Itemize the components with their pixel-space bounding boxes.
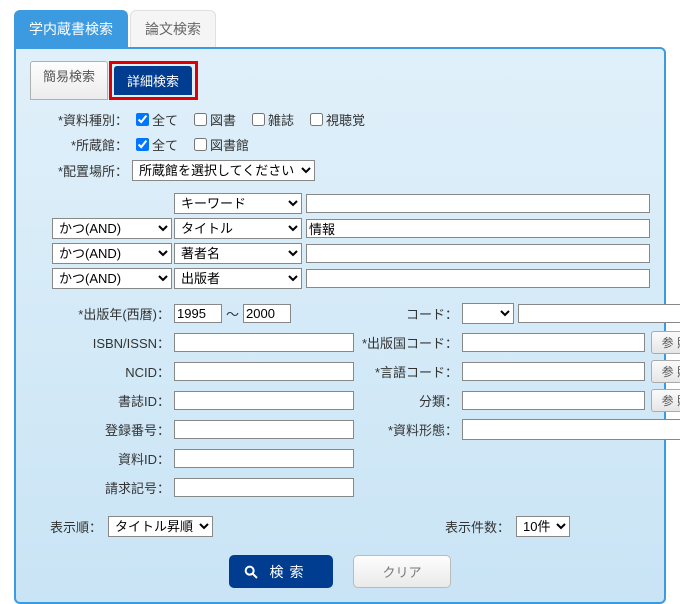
input-ncid[interactable] xyxy=(174,362,354,381)
label-holding: *所蔵館： xyxy=(40,135,132,154)
select-field-0[interactable]: キーワード xyxy=(174,193,302,214)
select-location[interactable]: 所蔵館を選択してください xyxy=(132,160,315,181)
sub-tab-simple[interactable]: 簡易検索 xyxy=(30,61,108,100)
input-class[interactable] xyxy=(462,391,645,410)
label-class: 分類： xyxy=(362,391,462,410)
select-op-2[interactable]: かつ(AND) xyxy=(52,243,172,264)
input-term-0[interactable] xyxy=(306,194,650,213)
tab-thesis-search[interactable]: 論文検索 xyxy=(130,10,216,47)
chk-mtype-all[interactable]: 全て xyxy=(132,110,178,129)
year-tilde: ～ xyxy=(226,304,239,323)
label-code: コード： xyxy=(362,304,462,323)
select-code[interactable] xyxy=(462,303,514,324)
select-mat-form[interactable] xyxy=(462,419,680,440)
input-reg-no[interactable] xyxy=(174,420,354,439)
label-mat-form: *資料形態： xyxy=(362,420,462,439)
input-code[interactable] xyxy=(518,304,680,323)
sub-tab-detail[interactable]: 詳細検索 xyxy=(114,66,192,95)
input-isbn[interactable] xyxy=(174,333,354,352)
label-pub-year: *出版年(西暦)： xyxy=(54,304,174,323)
label-pub-country: *出版国コード： xyxy=(362,333,462,352)
select-field-1[interactable]: タイトル xyxy=(174,218,302,239)
search-panel: 簡易検索 詳細検索 *資料種別： 全て 図書 雑誌 視聴覚 *所蔵館： 全て 図… xyxy=(14,47,666,604)
input-lang-code[interactable] xyxy=(462,362,645,381)
input-term-1[interactable] xyxy=(306,219,650,238)
label-ncid: NCID： xyxy=(54,362,174,381)
input-pub-country[interactable] xyxy=(462,333,645,352)
ref-class-button[interactable]: 参 照 xyxy=(651,389,680,412)
label-lang-code: *言語コード： xyxy=(362,362,462,381)
chk-holding-library[interactable]: 図書館 xyxy=(190,135,249,154)
input-biblio-id[interactable] xyxy=(174,391,354,410)
select-sort-order[interactable]: タイトル昇順 xyxy=(108,516,213,537)
input-year-to[interactable] xyxy=(243,304,291,323)
label-material-type: *資料種別： xyxy=(40,110,132,129)
label-isbn: ISBN/ISSN： xyxy=(54,333,174,352)
label-biblio-id: 書誌ID： xyxy=(54,391,174,410)
chk-mtype-books[interactable]: 図書 xyxy=(190,110,236,129)
chk-holding-all[interactable]: 全て xyxy=(132,135,178,154)
input-term-3[interactable] xyxy=(306,269,650,288)
select-field-2[interactable]: 著者名 xyxy=(174,243,302,264)
label-location: *配置場所： xyxy=(40,161,132,180)
detail-tab-highlight: 詳細検索 xyxy=(109,61,198,100)
label-reg-no: 登録番号： xyxy=(54,420,174,439)
tab-library-search[interactable]: 学内蔵書検索 xyxy=(14,10,128,47)
ref-lang-code-button[interactable]: 参 照 xyxy=(651,360,680,383)
input-term-2[interactable] xyxy=(306,244,650,263)
chk-mtype-serials[interactable]: 雑誌 xyxy=(248,110,294,129)
search-button[interactable]: 検索 xyxy=(229,555,333,588)
ref-pub-country-button[interactable]: 参 照 xyxy=(651,331,680,354)
input-year-from[interactable] xyxy=(174,304,222,323)
label-mat-id: 資料ID： xyxy=(54,449,174,468)
input-call-no[interactable] xyxy=(174,478,354,497)
label-call-no: 請求記号： xyxy=(54,478,174,497)
select-op-1[interactable]: かつ(AND) xyxy=(52,218,172,239)
input-mat-id[interactable] xyxy=(174,449,354,468)
label-sort-order: 表示順： xyxy=(50,517,102,536)
label-result-count: 表示件数： xyxy=(445,517,510,536)
select-result-count[interactable]: 10件 xyxy=(516,516,570,537)
select-field-3[interactable]: 出版者 xyxy=(174,268,302,289)
chk-mtype-av[interactable]: 視聴覚 xyxy=(306,110,365,129)
select-op-3[interactable]: かつ(AND) xyxy=(52,268,172,289)
clear-button[interactable]: クリア xyxy=(353,555,450,588)
magnifier-icon xyxy=(243,564,259,580)
